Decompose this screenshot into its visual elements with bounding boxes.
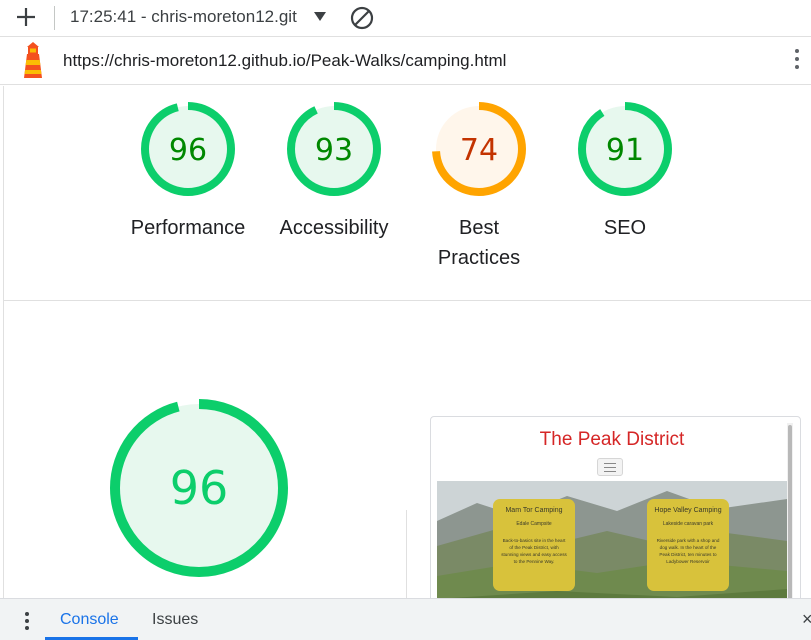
score-ring: 93 [287, 102, 381, 196]
toolbar-separator [54, 6, 55, 30]
card-title: Mam Tor Camping [505, 507, 563, 514]
drawer-tabbar: Console Issues × [0, 598, 811, 640]
score-ring: 91 [578, 102, 672, 196]
camping-card: Hope Valley Camping Lakeside caravan par… [647, 499, 729, 591]
lighthouse-toolbar: 17:25:41 - chris-moreton12.git [0, 0, 811, 37]
score-gauge-seo[interactable]: 91 SEO [550, 100, 700, 243]
performance-detail-score: 96 [170, 461, 229, 515]
score-label: SEO [603, 217, 647, 239]
score-gauge-accessibility[interactable]: 93 Accessibility [259, 100, 409, 243]
tab-issues[interactable]: Issues [152, 611, 198, 629]
tab-console[interactable]: Console [60, 611, 119, 629]
site-title: The Peak District [539, 429, 685, 450]
svg-text:91: 91 [606, 133, 644, 168]
close-drawer-icon[interactable]: × [802, 609, 811, 630]
landscape-image [437, 481, 787, 598]
report-selector[interactable]: 17:25:41 - chris-moreton12.git [70, 7, 297, 27]
score-ring: 96 [141, 102, 235, 196]
performance-detail-gauge: 96 [110, 399, 288, 577]
more-vertical-icon[interactable] [792, 49, 802, 75]
report-url-bar: https://chris-moreton12.github.io/Peak-W… [0, 38, 811, 85]
report-url: https://chris-moreton12.github.io/Peak-W… [63, 51, 507, 70]
card-subtitle: Lakeside caravan park [662, 521, 714, 527]
section-divider [4, 300, 811, 301]
screenshot-scrollbar [787, 423, 793, 598]
plus-icon[interactable] [14, 5, 38, 29]
hamburger-menu-icon [597, 458, 623, 476]
score-label: Best Practices [437, 217, 521, 269]
score-label: Accessibility [279, 217, 389, 239]
column-divider [406, 510, 407, 598]
score-ring: 74 [432, 102, 526, 196]
card-body: Riverside park with a shop and dog walk.… [656, 538, 720, 564]
camping-card: Mam Tor Camping Edale Campsite Back-to-b… [493, 499, 575, 591]
screenshot-page: The Peak District Mam Tor Camping Edale … [437, 423, 793, 598]
svg-text:93: 93 [315, 133, 353, 168]
svg-text:96: 96 [169, 133, 207, 168]
score-gauge-performance[interactable]: 96 Performance [113, 100, 263, 243]
card-title: Hope Valley Camping [654, 507, 722, 514]
score-label: Performance [130, 217, 246, 239]
svg-text:74: 74 [460, 133, 498, 168]
lighthouse-report: 96 Performance 93 Accessibility 74 Best … [3, 86, 811, 598]
drawer-menu-icon[interactable] [24, 612, 30, 630]
final-screenshot[interactable]: The Peak District Mam Tor Camping Edale … [430, 416, 801, 598]
lighthouse-icon [24, 42, 42, 78]
card-body: Back-to-basics site in the heart of the … [501, 538, 567, 564]
card-subtitle: Edale Campsite [516, 521, 552, 527]
caret-down-icon[interactable] [314, 12, 326, 21]
block-icon[interactable] [349, 5, 375, 31]
score-gauge-best-practices[interactable]: 74 Best Practices [404, 100, 554, 273]
